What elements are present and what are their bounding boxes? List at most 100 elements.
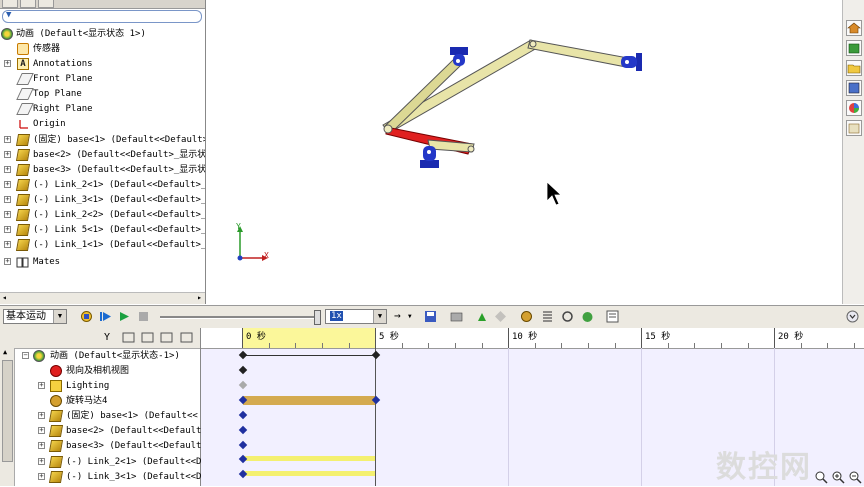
tree-item-sensor[interactable]: 传感器 bbox=[0, 42, 205, 56]
expand-icon[interactable]: + bbox=[4, 196, 11, 203]
custom-properties-icon[interactable] bbox=[846, 120, 862, 136]
part-timeline-bar[interactable] bbox=[243, 471, 375, 476]
view-palette-icon[interactable] bbox=[846, 80, 862, 96]
appearances-icon[interactable] bbox=[846, 100, 862, 116]
expand-icon[interactable]: + bbox=[38, 473, 45, 480]
filter-animated-icon[interactable] bbox=[122, 331, 135, 344]
expand-icon[interactable]: + bbox=[4, 211, 11, 218]
tree-item-annotations[interactable]: + A Annotations bbox=[0, 57, 205, 71]
expand-icon[interactable]: + bbox=[38, 427, 45, 434]
joint-pivot[interactable] bbox=[467, 145, 475, 153]
tree-item-mates[interactable]: + Mates bbox=[0, 255, 205, 269]
playback-speed-dropdown[interactable]: 1x ▼ bbox=[325, 309, 387, 324]
calculate-icon[interactable] bbox=[80, 310, 93, 323]
design-library-icon[interactable] bbox=[846, 40, 862, 56]
scroll-thumb[interactable] bbox=[2, 360, 13, 462]
expand-icon[interactable]: + bbox=[4, 181, 11, 188]
time-bar[interactable] bbox=[375, 348, 376, 486]
zoom-to-fit-icon[interactable] bbox=[814, 470, 828, 484]
chevron-down-icon[interactable]: ▼ bbox=[373, 310, 386, 323]
base-right[interactable] bbox=[621, 53, 642, 71]
collapse-tree-icon[interactable] bbox=[180, 331, 193, 344]
filter-selected-icon[interactable] bbox=[160, 331, 173, 344]
joint-pivot[interactable] bbox=[529, 40, 537, 48]
tab-config-manager[interactable] bbox=[38, 0, 54, 8]
tree-item-top-plane[interactable]: Top Plane bbox=[0, 87, 205, 101]
gravity-icon[interactable] bbox=[581, 310, 594, 323]
key-point[interactable] bbox=[238, 380, 248, 390]
collapse-panel-icon[interactable] bbox=[846, 310, 859, 323]
tree-item-right-plane[interactable]: Right Plane bbox=[0, 102, 205, 116]
joint-pivot[interactable] bbox=[383, 124, 393, 134]
contact-icon[interactable] bbox=[561, 310, 574, 323]
key-point[interactable] bbox=[371, 350, 381, 360]
link-upper-right[interactable] bbox=[527, 39, 629, 68]
scroll-right-icon[interactable]: ▸ bbox=[197, 293, 202, 302]
tree-item-label: (固定) base<1> (Default<<Default>_ bbox=[33, 135, 206, 145]
tree-item-part[interactable]: + (-) Link_2<1> (Defaul<<Default>_S bbox=[0, 178, 205, 192]
chevron-down-icon[interactable]: ▼ bbox=[53, 310, 66, 323]
tree-item-part[interactable]: + (固定) base<1> (Default<<Default>_ bbox=[0, 133, 205, 147]
expand-icon[interactable]: + bbox=[4, 60, 11, 67]
expand-icon[interactable]: + bbox=[4, 151, 11, 158]
key-point[interactable] bbox=[238, 440, 248, 450]
tree-item-part[interactable]: + (-) Link_1<1> (Defaul<<Default>_S bbox=[0, 238, 205, 252]
save-animation-icon[interactable] bbox=[424, 310, 437, 323]
expand-icon[interactable]: + bbox=[38, 442, 45, 449]
motor-timeline-bar[interactable] bbox=[243, 396, 375, 405]
motor-icon[interactable] bbox=[520, 310, 533, 323]
key-point[interactable] bbox=[238, 410, 248, 420]
playback-slider-thumb[interactable] bbox=[314, 310, 321, 325]
animation-wizard-icon[interactable] bbox=[450, 310, 463, 323]
playback-mode-icon[interactable]: → bbox=[394, 310, 407, 323]
zoom-in-icon[interactable] bbox=[831, 470, 845, 484]
results-plots-icon[interactable] bbox=[606, 310, 619, 323]
play-from-start-icon[interactable] bbox=[99, 310, 112, 323]
expand-icon[interactable]: + bbox=[38, 458, 45, 465]
filter-icon[interactable]: Y bbox=[104, 332, 110, 343]
scroll-left-icon[interactable]: ◂ bbox=[2, 293, 7, 302]
tree-item-part[interactable]: + base<2> (Default<<Default>_显示状 bbox=[0, 148, 205, 162]
expand-icon[interactable]: + bbox=[4, 226, 11, 233]
expand-icon[interactable]: + bbox=[4, 241, 11, 248]
tree-horizontal-scrollbar[interactable]: ◂ ▸ bbox=[0, 292, 205, 304]
playback-slider[interactable] bbox=[160, 316, 320, 319]
folder-icon[interactable] bbox=[846, 60, 862, 76]
study-type-dropdown[interactable]: 基本运动 ▼ bbox=[3, 309, 67, 324]
tree-item-part[interactable]: + (-) Link 5<1> (Defaul<<Default>_S bbox=[0, 223, 205, 237]
tree-item-origin[interactable]: Origin bbox=[0, 117, 205, 131]
graphics-viewport[interactable]: Y X bbox=[206, 0, 842, 304]
expand-icon[interactable]: + bbox=[38, 382, 45, 389]
autokey-icon[interactable] bbox=[476, 310, 489, 323]
key-point[interactable] bbox=[238, 350, 248, 360]
time-ruler[interactable]: 0 秒 5 秒 10 秒 15 秒 20 秒 bbox=[201, 328, 864, 349]
mechanism-model[interactable] bbox=[206, 0, 842, 304]
chevron-down-icon[interactable]: ▼ bbox=[408, 310, 421, 323]
expand-icon[interactable]: + bbox=[4, 136, 11, 143]
home-icon[interactable] bbox=[846, 20, 862, 36]
stop-icon[interactable] bbox=[137, 310, 150, 323]
tree-item-part[interactable]: + (-) Link_3<1> (Defaul<<Default>_S bbox=[0, 193, 205, 207]
tab-property-manager[interactable] bbox=[20, 0, 36, 8]
spring-icon[interactable] bbox=[541, 310, 554, 323]
expand-icon[interactable]: + bbox=[4, 166, 11, 173]
expand-icon[interactable]: + bbox=[38, 412, 45, 419]
tree-root[interactable]: 动画 (Default<显示状态 1>) bbox=[0, 27, 205, 41]
key-point[interactable] bbox=[238, 365, 248, 375]
zoom-out-icon[interactable] bbox=[848, 470, 862, 484]
filter-driving-icon[interactable] bbox=[141, 331, 154, 344]
motion-tree-scrollbar[interactable]: ▲ bbox=[0, 348, 15, 486]
timeline-area[interactable]: 0 秒 5 秒 10 秒 15 秒 20 秒 数控网 bbox=[201, 328, 864, 486]
key-point[interactable] bbox=[238, 425, 248, 435]
add-key-icon[interactable] bbox=[494, 310, 507, 323]
tree-item-part[interactable]: + (-) Link_2<2> (Defaul<<Default>_S bbox=[0, 208, 205, 222]
play-icon[interactable] bbox=[118, 310, 131, 323]
scroll-up-icon[interactable]: ▲ bbox=[3, 348, 7, 356]
part-timeline-bar[interactable] bbox=[243, 456, 375, 461]
expand-icon[interactable]: − bbox=[22, 352, 29, 359]
tree-item-front-plane[interactable]: Front Plane bbox=[0, 72, 205, 86]
expand-icon[interactable]: + bbox=[4, 258, 11, 265]
tab-feature-manager[interactable] bbox=[2, 0, 18, 8]
tree-filter-input[interactable]: ▼ bbox=[2, 10, 202, 23]
tree-item-part[interactable]: + base<3> (Default<<Default>_显示状 bbox=[0, 163, 205, 177]
